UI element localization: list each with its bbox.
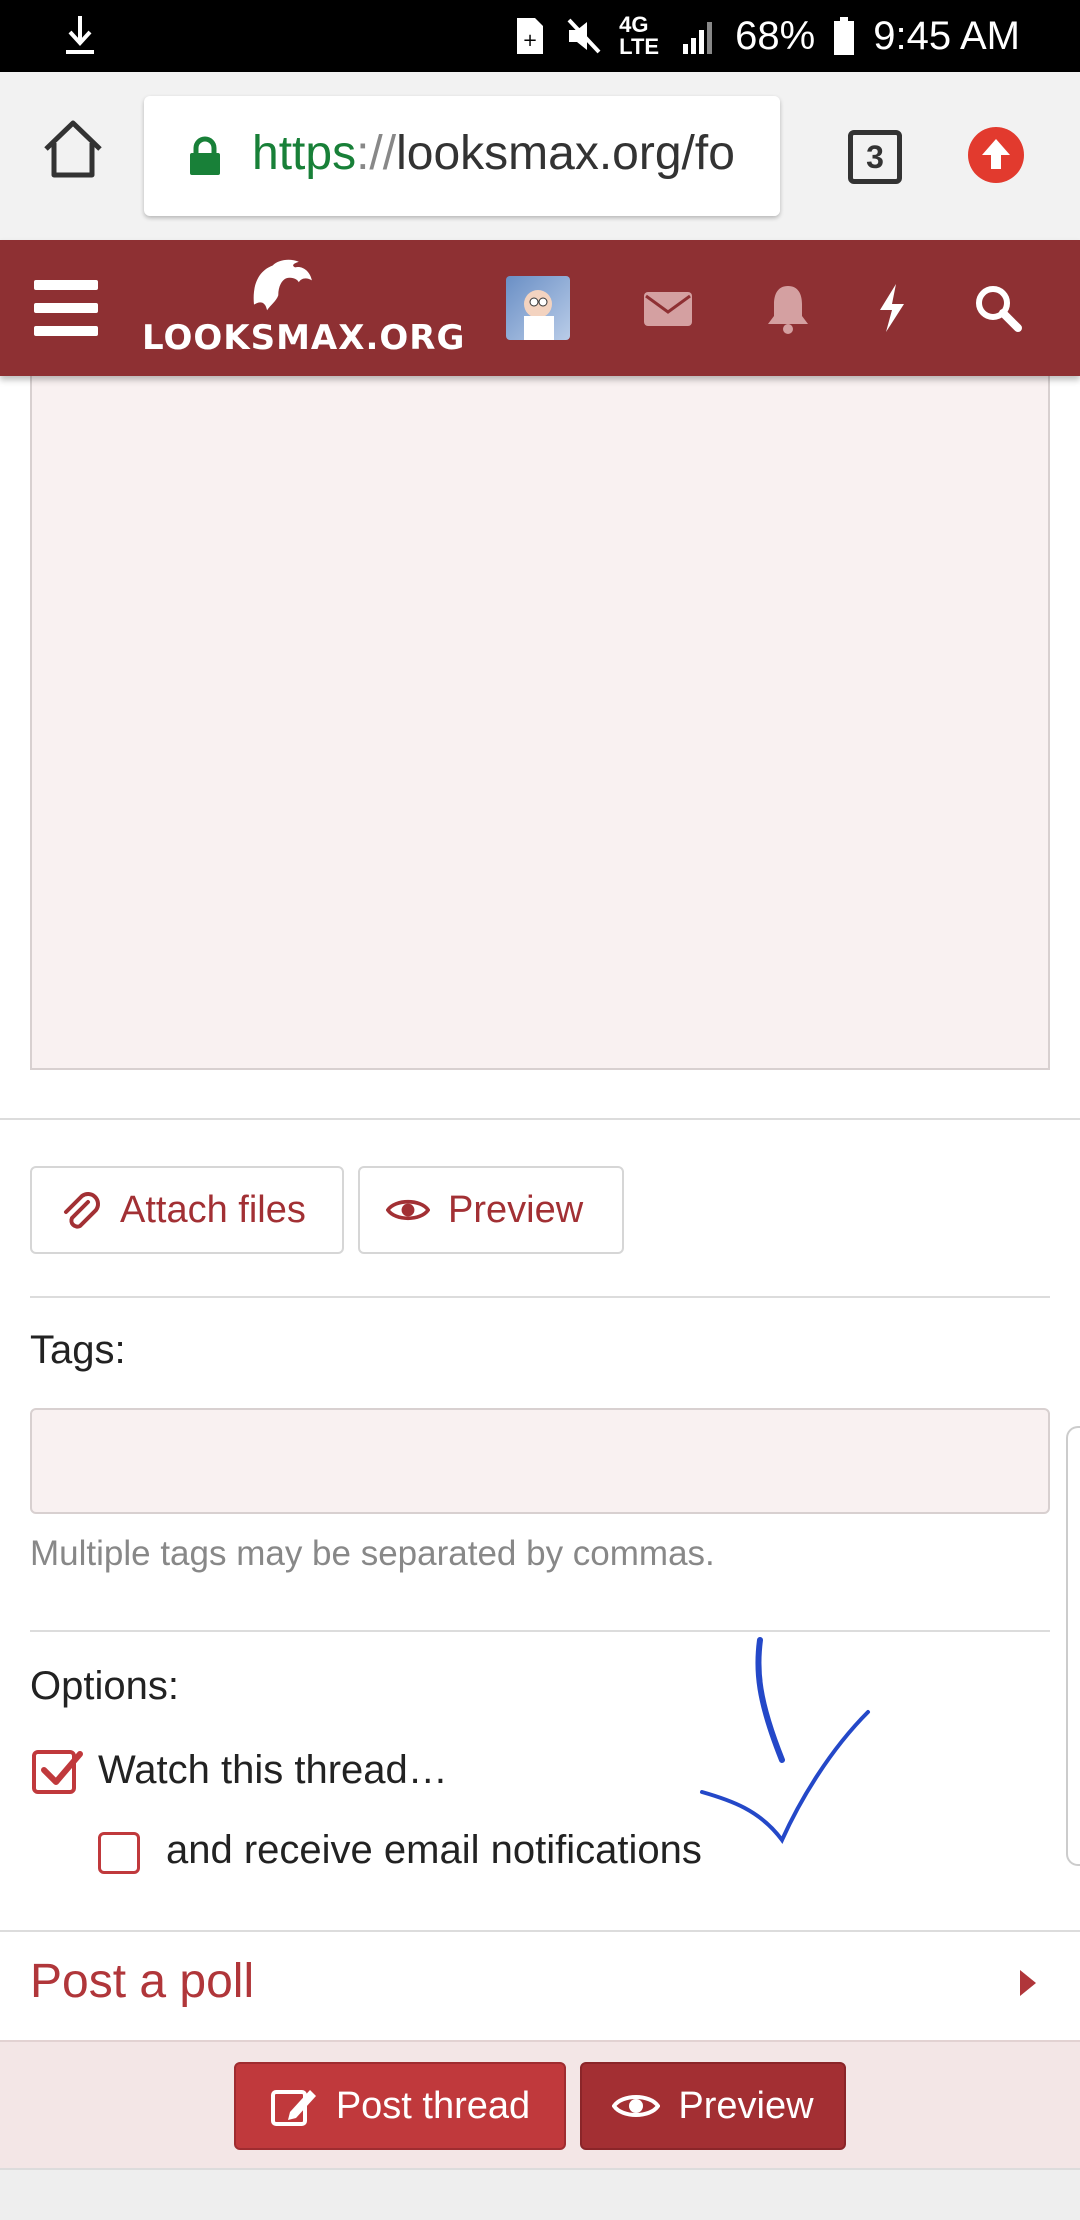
post-thread-label: Post thread [335,2084,531,2127]
lock-icon [190,136,220,175]
bell-icon[interactable] [760,280,816,336]
signal-icon [683,22,713,54]
divider [30,1296,1050,1298]
post-poll-link[interactable]: Post a poll [30,1954,254,2009]
download-icon [66,16,94,54]
preview-label: Preview [448,1188,584,1231]
url-separator: :// [356,127,397,180]
logo-text: LOOKSMAX.ORG [142,318,466,358]
url-scheme: https [252,127,357,180]
edit-icon [270,2090,316,2126]
avatar[interactable] [506,276,570,340]
divider [30,1630,1050,1632]
post-thread-button[interactable]: Post thread [234,2062,566,2150]
battery-percent: 68% [735,13,816,58]
side-scroll-handle[interactable] [1066,1426,1080,1866]
checkmark-icon [41,1751,83,1785]
tags-input[interactable] [30,1408,1050,1514]
url-host: looksmax.org/fo [396,127,735,180]
mute-icon [567,18,601,54]
svg-text:+: + [523,30,538,51]
divider [0,1118,1080,1120]
watch-thread-checkbox[interactable] [32,1750,83,1794]
form-submit-bar: Post thread Preview [0,2040,1080,2168]
options-label: Options: [30,1664,179,1708]
page-bottom-area [0,2168,1080,2220]
tags-label: Tags: [30,1328,126,1372]
site-logo[interactable]: LOOKSMAX.ORG [142,258,466,368]
url-bar[interactable]: https://looksmax.org/fo [144,96,780,216]
tab-switcher-button[interactable]: 3 [848,130,902,184]
tags-hint: Multiple tags may be separated by commas… [30,1534,715,1573]
browser-toolbar: https://looksmax.org/fo 3 [0,72,1080,240]
home-icon[interactable] [40,117,106,183]
clock: 9:45 AM [873,13,1020,58]
preview-button[interactable]: Preview [358,1166,624,1254]
hand-drawn-check-mark [700,1637,870,1844]
footer-preview-label: Preview [678,2084,814,2127]
url-text: https://looksmax.org/fo [252,126,735,181]
sim-icon: + [517,18,544,54]
attach-files-label: Attach files [120,1188,306,1231]
envelope-icon[interactable] [640,280,696,336]
status-bar: + 4G LTE 68% 9:45 AM [0,0,1080,72]
message-editor[interactable] [30,376,1050,1070]
network-type: 4G LTE [619,12,660,59]
site-header: LOOKSMAX.ORG [0,240,1080,376]
attach-files-button[interactable]: Attach files [30,1166,344,1254]
eye-icon [386,1199,430,1221]
watch-thread-label[interactable]: Watch this thread… [98,1748,448,1793]
divider [0,1930,1080,1932]
menu-icon[interactable] [34,280,98,336]
email-notifications-label[interactable]: and receive email notifications [166,1828,702,1873]
footer-preview-button[interactable]: Preview [580,2062,846,2150]
bolt-icon[interactable] [864,280,920,336]
battery-icon [834,17,855,55]
eye-icon [612,2095,661,2117]
email-notifications-checkbox[interactable] [98,1832,140,1874]
caret-right-icon[interactable] [1018,1968,1038,1998]
paperclip-icon [64,1192,100,1229]
hair-logo-icon [253,259,312,311]
update-icon[interactable] [968,127,1024,183]
search-icon[interactable] [970,280,1026,336]
url-fade [740,96,780,216]
